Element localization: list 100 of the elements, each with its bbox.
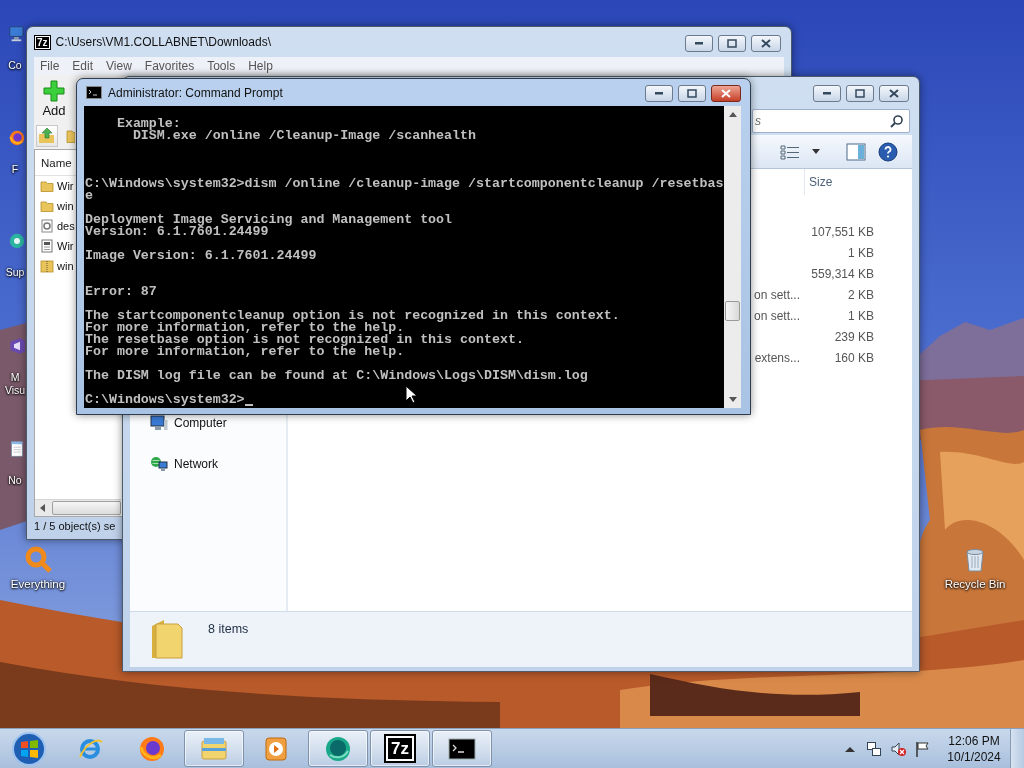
- file-name[interactable]: Wir: [57, 180, 74, 192]
- window-title: Administrator: Command Prompt: [108, 85, 284, 100]
- close-button[interactable]: [711, 85, 741, 102]
- table-cell-text: extens...: [753, 350, 800, 365]
- menu-item[interactable]: File: [34, 59, 67, 73]
- icon-label[interactable]: F: [4, 163, 26, 176]
- table-cell-text: 1 KB: [847, 245, 874, 260]
- clock-date[interactable]: 10/1/2024: [947, 748, 1001, 765]
- maximize-icon: [727, 39, 737, 48]
- computer-icon: [8, 25, 26, 43]
- taskbar-button[interactable]: [432, 730, 492, 767]
- table-cell-text: 239 KB: [833, 329, 874, 344]
- table-cell-text: 107,551 KB: [810, 224, 874, 239]
- app-icon: [8, 337, 26, 355]
- minimize-icon: [822, 91, 832, 96]
- status-text: 8 items: [208, 622, 249, 636]
- view-icon: [780, 143, 800, 160]
- taskbar-button[interactable]: [308, 730, 368, 767]
- pane-icon: [846, 142, 866, 161]
- caret-icon: [845, 745, 855, 752]
- minimize-button[interactable]: [685, 35, 713, 52]
- navigation-item[interactable]: Computer: [146, 412, 286, 434]
- close-icon: [761, 39, 771, 48]
- folder-icon: [40, 180, 54, 192]
- minimize-button[interactable]: [813, 85, 841, 102]
- minimize-button[interactable]: [645, 85, 673, 102]
- muted-speaker-icon: [890, 740, 906, 757]
- table-cell-text: 160 KB: [833, 350, 874, 365]
- notepad-icon: [8, 440, 26, 458]
- table-cell-text: 1 KB: [847, 308, 874, 323]
- taskbar-button[interactable]: 7z: [370, 730, 430, 767]
- column-header[interactable]: Size: [804, 169, 874, 195]
- up-folder-icon: [38, 127, 56, 145]
- flag-icon: [914, 740, 930, 757]
- maximize-button[interactable]: [718, 35, 746, 52]
- caret-icon: [812, 149, 820, 154]
- close-button[interactable]: [751, 35, 781, 52]
- terminal-icon: [86, 86, 102, 99]
- close-icon: [721, 89, 731, 98]
- close-button[interactable]: [879, 85, 909, 102]
- folder-icon: [150, 618, 186, 660]
- icon-label[interactable]: M Visu: [4, 371, 26, 397]
- scrollbar-thumb[interactable]: [51, 501, 121, 515]
- file-name[interactable]: Wir: [57, 240, 74, 252]
- search-field[interactable]: s: [752, 109, 910, 133]
- file-name[interactable]: win: [57, 260, 74, 272]
- table-cell-text: 559,314 KB: [810, 266, 874, 281]
- icon-label[interactable]: Sup: [4, 266, 26, 279]
- windows-logo-icon: [11, 730, 47, 767]
- maximize-button[interactable]: [846, 85, 874, 102]
- left-arrow-icon: [40, 504, 47, 512]
- pointer-icon: [405, 385, 417, 404]
- plus-icon: [42, 79, 66, 103]
- table-cell-text: 2 KB: [847, 287, 874, 302]
- archiver-logo: 7z: [35, 35, 50, 49]
- column-header[interactable]: Name: [41, 156, 72, 169]
- icon-label[interactable]: No: [4, 474, 26, 487]
- magnifier-icon: [23, 544, 53, 574]
- maximize-icon: [855, 89, 865, 98]
- up-button[interactable]: [36, 125, 58, 147]
- maximize-button[interactable]: [678, 85, 706, 102]
- play-icon: [262, 734, 290, 763]
- console-output: Example: DISM.exe /online /Cleanup-Image /scanhealth C:\Windows\system32>dism /online /cleanup-image /startcomponentcleanup /resetbas e Deployment Image Servicing and Management tool Version: 6.1.7601.24499 Image Version: 6.1.7601.24499 Error: 87 The startcomponentcleanup option is not recognized in this context. For more information, refer to the help. The resetbase option is not recognized in this context. For more information, refer to the help. The DISM log file can be found at C:\Windows\Logs\DISM\dism.log: [85, 118, 724, 382]
- archiver-logo: 7z: [386, 736, 414, 761]
- browser-icon: [138, 734, 166, 763]
- document-icon: [40, 239, 54, 253]
- network-icon: [150, 456, 168, 472]
- archive-icon: [40, 259, 54, 273]
- menu-item[interactable]: Help: [242, 59, 280, 73]
- help-icon: [878, 141, 898, 162]
- orb-icon: [324, 734, 352, 763]
- minimize-icon: [694, 41, 704, 46]
- status-text: 1 / 5 object(s) se: [34, 520, 116, 532]
- item-label: Computer: [174, 416, 227, 430]
- clock-time[interactable]: 12:06 PM: [948, 732, 1000, 749]
- browser-icon: [8, 129, 26, 147]
- app-icon: [8, 232, 26, 250]
- minimize-icon: [654, 91, 664, 96]
- up-arrow-icon: [728, 112, 737, 117]
- text-cursor: [244, 404, 253, 406]
- menu-item[interactable]: Edit: [66, 59, 101, 73]
- scrollbar-thumb[interactable]: [725, 301, 740, 321]
- menu-item[interactable]: Tools: [201, 59, 243, 73]
- file-name[interactable]: des: [57, 220, 75, 232]
- close-icon: [889, 89, 899, 98]
- file-name[interactable]: win: [57, 200, 74, 212]
- menu-item[interactable]: Favorites: [138, 59, 202, 73]
- add-button[interactable]: Add: [34, 79, 74, 119]
- navigation-item[interactable]: Network: [146, 453, 286, 475]
- prompt-text: C:\Windows\system32>: [85, 394, 245, 406]
- table-cell: on sett...: [752, 287, 800, 302]
- table-cell: on sett...: [752, 308, 800, 323]
- network-icon: [866, 740, 882, 757]
- folder-icon: [40, 200, 54, 212]
- down-arrow-icon: [728, 397, 737, 402]
- icon-label[interactable]: Co: [4, 59, 26, 72]
- window-title: C:\Users\VM1.COLLABNET\Downloads\: [55, 35, 272, 49]
- menu-item[interactable]: View: [100, 59, 139, 73]
- settings-file-icon: [40, 219, 54, 233]
- item-label: Network: [174, 457, 218, 471]
